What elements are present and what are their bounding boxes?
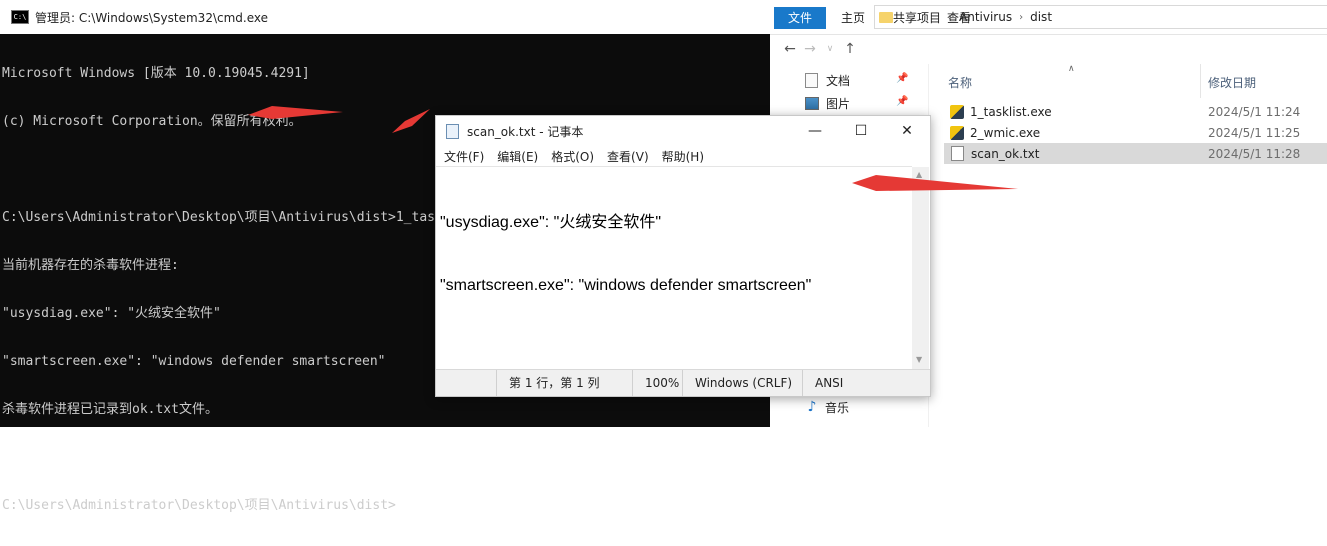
cmd-window-title: 管理员: C:\Windows\System32\cmd.exe — [35, 10, 268, 25]
status-zoom: 100% — [632, 370, 679, 396]
forward-arrow-icon[interactable]: → — [800, 41, 820, 57]
minimize-icon[interactable]: — — [792, 116, 838, 146]
column-date-header[interactable]: 修改日期 — [1208, 74, 1256, 91]
file-name: 2_wmic.exe — [970, 125, 1041, 140]
music-icon: ♪ — [807, 399, 817, 415]
back-arrow-icon[interactable]: ← — [780, 41, 800, 57]
breadcrumb-item[interactable]: Antivirus — [959, 10, 1012, 24]
chevron-right-icon[interactable]: › — [906, 12, 910, 23]
status-position: 第 1 行，第 1 列 — [496, 370, 600, 396]
menu-file[interactable]: 文件(F) — [444, 148, 484, 165]
notepad-text-area[interactable]: "usysdiag.exe": "火绒安全软件" "smartscreen.ex… — [436, 166, 912, 369]
notepad-statusbar: 第 1 行，第 1 列 100% Windows (CRLF) ANSI — [436, 369, 930, 396]
document-icon — [805, 72, 818, 88]
breadcrumb-item[interactable]: 项目 — [917, 9, 941, 26]
file-list: 名称 ∧ 修改日期 1_tasklist.exe 2024/5/1 11:24 … — [928, 64, 1327, 427]
scroll-up-icon[interactable]: ▲ — [916, 170, 922, 179]
vertical-scrollbar[interactable]: ▲ ▼ — [912, 167, 929, 369]
notepad-title: scan_ok.txt - 记事本 — [467, 124, 584, 139]
text-file-icon — [951, 146, 964, 161]
notepad-icon — [446, 123, 459, 139]
column-header: 名称 ∧ 修改日期 — [928, 64, 1327, 98]
tab-file[interactable]: 文件 — [774, 7, 826, 29]
breadcrumb-item[interactable]: dist — [1030, 10, 1052, 24]
status-line-ending: Windows (CRLF) — [682, 370, 792, 396]
folder-icon — [879, 11, 893, 23]
file-name: scan_ok.txt — [971, 146, 1040, 161]
column-divider[interactable] — [1200, 64, 1201, 98]
up-arrow-icon[interactable]: ↑ — [840, 41, 860, 57]
chevron-right-icon[interactable]: › — [948, 12, 952, 23]
sort-up-icon: ∧ — [1068, 64, 1075, 74]
notepad-menubar: 文件(F) 编辑(E) 格式(O) 查看(V) 帮助(H) — [436, 146, 930, 166]
console-prompt: C:\Users\Administrator\Desktop\项目\Antivi… — [2, 498, 396, 513]
maximize-icon[interactable]: ☐ — [838, 116, 884, 146]
pin-icon[interactable]: 📌 — [896, 73, 908, 84]
file-row-selected[interactable]: scan_ok.txt 2024/5/1 11:28 — [944, 143, 1327, 164]
notepad-titlebar[interactable]: scan_ok.txt - 记事本 — ☐ ✕ — [436, 116, 930, 146]
nav-item-pictures[interactable]: 图片 — [805, 92, 850, 114]
address-bar[interactable]: › 项目 › Antivirus › dist — [874, 5, 1327, 29]
file-name: 1_tasklist.exe — [970, 104, 1052, 119]
status-encoding: ANSI — [802, 370, 843, 396]
menu-format[interactable]: 格式(O) — [551, 148, 594, 165]
picture-icon — [805, 96, 819, 110]
notepad-window: scan_ok.txt - 记事本 — ☐ ✕ 文件(F) 编辑(E) 格式(O… — [435, 115, 931, 397]
scroll-down-icon[interactable]: ▼ — [916, 355, 922, 364]
file-date: 2024/5/1 11:28 — [1208, 146, 1301, 161]
nav-item-label: 音乐 — [825, 400, 850, 415]
nav-item-music[interactable]: ♪ 音乐 — [805, 396, 849, 418]
exe-file-icon — [950, 104, 964, 119]
cmd-titlebar[interactable]: C:\ 管理员: C:\Windows\System32\cmd.exe — [0, 0, 770, 34]
address-row: ← → ∨ ↑ — [770, 34, 1327, 64]
menu-help[interactable]: 帮助(H) — [662, 148, 704, 165]
file-date: 2024/5/1 11:25 — [1208, 125, 1301, 140]
exe-file-icon — [950, 125, 964, 140]
menu-view[interactable]: 查看(V) — [607, 148, 649, 165]
nav-item-label: 文档 — [826, 73, 851, 88]
chevron-right-icon[interactable]: › — [1019, 12, 1023, 23]
file-date: 2024/5/1 11:24 — [1208, 104, 1301, 119]
file-row[interactable]: 2_wmic.exe 2024/5/1 11:25 — [944, 122, 1327, 143]
cmd-icon: C:\ — [11, 10, 29, 24]
text-line: "smartscreen.exe": "windows defender sma… — [440, 277, 812, 294]
console-line: Microsoft Windows [版本 10.0.19045.4291] — [2, 66, 310, 81]
text-line: "usysdiag.exe": "火绒安全软件" — [440, 214, 662, 231]
file-row[interactable]: 1_tasklist.exe 2024/5/1 11:24 — [944, 101, 1327, 122]
pin-icon[interactable]: 📌 — [896, 96, 908, 107]
column-name-header[interactable]: 名称 — [948, 74, 972, 91]
nav-item-label: 图片 — [826, 96, 851, 111]
console-line: 杀毒软件进程已记录到ok.txt文件。 — [2, 402, 218, 417]
close-icon[interactable]: ✕ — [884, 116, 930, 146]
nav-item-documents[interactable]: 文档 — [805, 69, 850, 91]
recent-dropdown-icon[interactable]: ∨ — [820, 44, 840, 54]
menu-edit[interactable]: 编辑(E) — [497, 148, 538, 165]
tab-home[interactable]: 主页 — [832, 7, 874, 29]
